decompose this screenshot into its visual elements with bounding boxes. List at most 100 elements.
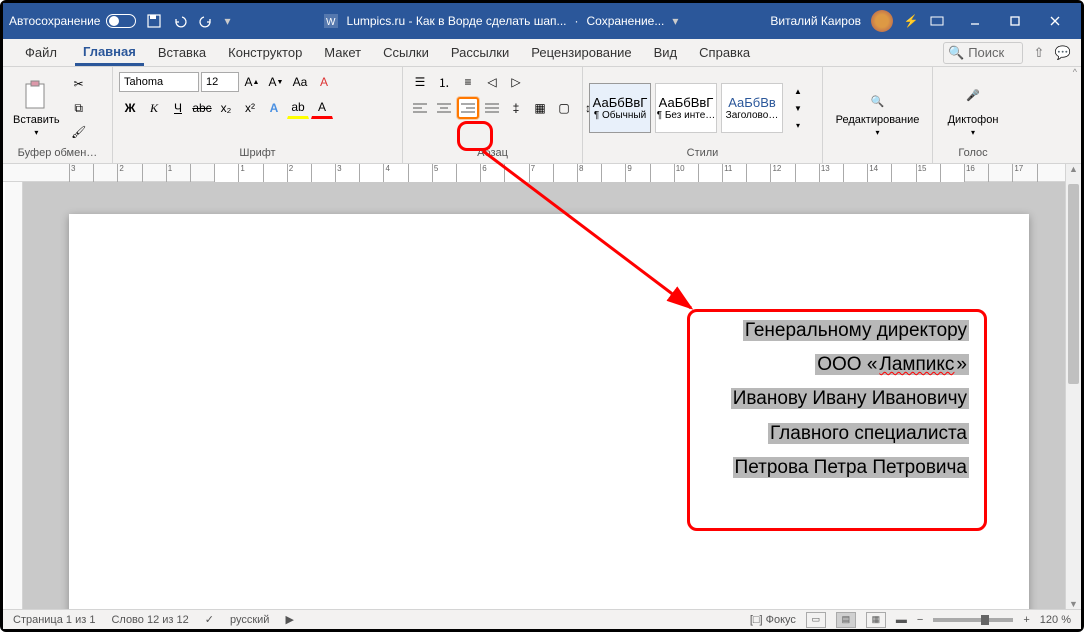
tab-references[interactable]: Ссылки [375, 41, 437, 64]
document-title: W Lumpics.ru - Как в Ворде сделать шап..… [241, 13, 761, 29]
paste-button[interactable]: Вставить ▾ [9, 76, 64, 141]
vertical-scrollbar[interactable]: ▲ ▼ [1065, 164, 1081, 609]
status-page[interactable]: Страница 1 из 1 [13, 614, 95, 626]
share-icon[interactable]: ⇧ [1031, 45, 1047, 61]
redo-icon[interactable] [198, 13, 214, 29]
change-case-icon[interactable]: Aa [289, 71, 311, 93]
search-icon: 🔍 [948, 45, 964, 61]
justify-icon[interactable] [481, 97, 503, 119]
styles-up-icon[interactable]: ▲ [787, 83, 809, 99]
print-layout-icon[interactable]: ▤ [836, 612, 856, 628]
numbering-icon[interactable]: ⒈ [433, 71, 455, 93]
web-layout-icon[interactable]: ▦ [866, 612, 886, 628]
avatar[interactable] [871, 10, 893, 32]
styles-down-icon[interactable]: ▼ [787, 100, 809, 116]
tab-help[interactable]: Справка [691, 41, 758, 64]
shrink-font-icon[interactable]: A▼ [265, 71, 287, 93]
font-name-input[interactable] [119, 72, 199, 92]
clear-format-icon[interactable]: A [313, 71, 335, 93]
clipboard-group-label: Буфер обмен… [9, 145, 106, 159]
tab-home[interactable]: Главная [75, 40, 144, 66]
zoom-in-icon[interactable]: + [1023, 614, 1029, 626]
tab-design[interactable]: Конструктор [220, 41, 310, 64]
zoom-slider[interactable] [933, 618, 1013, 622]
tab-mailings[interactable]: Рассылки [443, 41, 517, 64]
user-name[interactable]: Виталий Каиров [770, 14, 861, 28]
text-effects-icon[interactable]: A [263, 97, 285, 119]
align-right-icon[interactable] [457, 97, 479, 119]
decrease-indent-icon[interactable]: ◁ [481, 71, 503, 93]
mode-icon[interactable]: ⚡ [903, 13, 919, 29]
styles-more-icon[interactable]: ▾ [787, 117, 809, 133]
titlebar: Автосохранение ▾ W Lumpics.ru - Как в Во… [3, 3, 1081, 39]
maximize-icon[interactable] [995, 3, 1035, 39]
zoom-level[interactable]: 120 % [1040, 614, 1071, 626]
shading-icon[interactable]: ▦ [529, 97, 551, 119]
scroll-thumb[interactable] [1068, 184, 1079, 384]
editing-button[interactable]: 🔍 Редактирование ▾ [832, 88, 924, 141]
horizontal-ruler[interactable]: 321 12 34 56 78 910 1112 1314 1516 17 [3, 164, 1081, 182]
grow-font-icon[interactable]: A▲ [241, 71, 263, 93]
undo-icon[interactable] [172, 13, 188, 29]
voice-group-label: Голос [939, 145, 1007, 159]
comments-icon[interactable]: 💬 [1055, 45, 1071, 61]
italic-button[interactable]: К [143, 97, 165, 119]
focus-mode[interactable]: [□] Фокус [750, 614, 796, 626]
page[interactable]: Генеральному директору ООО «Лампикс» Ива… [69, 214, 1029, 609]
clipboard-icon [20, 80, 52, 112]
ribbon-display-icon[interactable] [929, 13, 945, 29]
multilevel-icon[interactable]: ≡ [457, 71, 479, 93]
microphone-icon: 🎤 [957, 80, 989, 112]
copy-icon[interactable]: ⧉ [68, 97, 90, 119]
style-normal[interactable]: АаБбВвГ ¶ Обычный [589, 83, 651, 133]
font-size-input[interactable] [201, 72, 239, 92]
style-nospace[interactable]: АаБбВвГ ¶ Без инте… [655, 83, 717, 133]
bullets-icon[interactable]: ☰ [409, 71, 431, 93]
tab-review[interactable]: Рецензирование [523, 41, 639, 64]
tab-layout[interactable]: Макет [316, 41, 369, 64]
zoom-out-icon[interactable]: − [917, 614, 923, 626]
svg-text:W: W [326, 17, 336, 28]
document-area: Генеральному директору ООО «Лампикс» Ива… [23, 182, 1065, 609]
status-words[interactable]: Слово 12 из 12 [111, 614, 188, 626]
tab-insert[interactable]: Вставка [150, 41, 214, 64]
tab-file[interactable]: Файл [13, 41, 69, 64]
autosave-toggle[interactable]: Автосохранение [9, 14, 136, 28]
search-input[interactable]: 🔍 Поиск [943, 42, 1023, 64]
document-text[interactable]: Генеральному директору ООО «Лампикс» Ива… [731, 314, 969, 485]
line-spacing-icon[interactable]: ‡ [505, 97, 527, 119]
align-center-icon[interactable] [433, 97, 455, 119]
read-mode-icon[interactable]: ▭ [806, 612, 826, 628]
cut-icon[interactable]: ✂ [68, 73, 90, 95]
paragraph-group-label: Абзац [409, 145, 576, 159]
save-icon[interactable] [146, 13, 162, 29]
macros-icon[interactable]: ▶ [285, 613, 293, 626]
ribbon: Вставить ▾ ✂ ⧉ 🖌 Буфер обмен… A▲ A▼ Aa A… [3, 67, 1081, 164]
font-color-icon[interactable]: A [311, 97, 333, 119]
font-group-label: Шрифт [119, 145, 396, 159]
subscript-button[interactable]: x₂ [215, 97, 237, 119]
format-painter-icon[interactable]: 🖌 [68, 121, 90, 143]
strike-button[interactable]: abc [191, 97, 213, 119]
word-icon: W [323, 13, 339, 29]
close-icon[interactable] [1035, 3, 1075, 39]
underline-button[interactable]: Ч [167, 97, 189, 119]
superscript-button[interactable]: x² [239, 97, 261, 119]
statusbar: Страница 1 из 1 Слово 12 из 12 ✓ русский… [3, 609, 1081, 629]
borders-icon[interactable]: ▢ [553, 97, 575, 119]
increase-indent-icon[interactable]: ▷ [505, 71, 527, 93]
style-heading[interactable]: АаБбВв Заголово… [721, 83, 783, 133]
styles-group-label: Стили [589, 145, 816, 159]
ribbon-tabs: Файл Главная Вставка Конструктор Макет С… [3, 39, 1081, 67]
collapse-ribbon-icon[interactable]: ^ [1073, 67, 1077, 77]
vertical-ruler[interactable] [5, 182, 23, 609]
dictate-button[interactable]: 🎤 Диктофон ▾ [944, 76, 1003, 141]
highlight-icon[interactable]: ab [287, 97, 309, 119]
tab-view[interactable]: Вид [646, 41, 686, 64]
minimize-icon[interactable] [955, 3, 995, 39]
align-left-icon[interactable] [409, 97, 431, 119]
spellcheck-icon[interactable]: ✓ [205, 613, 214, 626]
bold-button[interactable]: Ж [119, 97, 141, 119]
accessibility-icon[interactable]: ▬ [896, 614, 907, 626]
status-language[interactable]: русский [230, 614, 269, 626]
